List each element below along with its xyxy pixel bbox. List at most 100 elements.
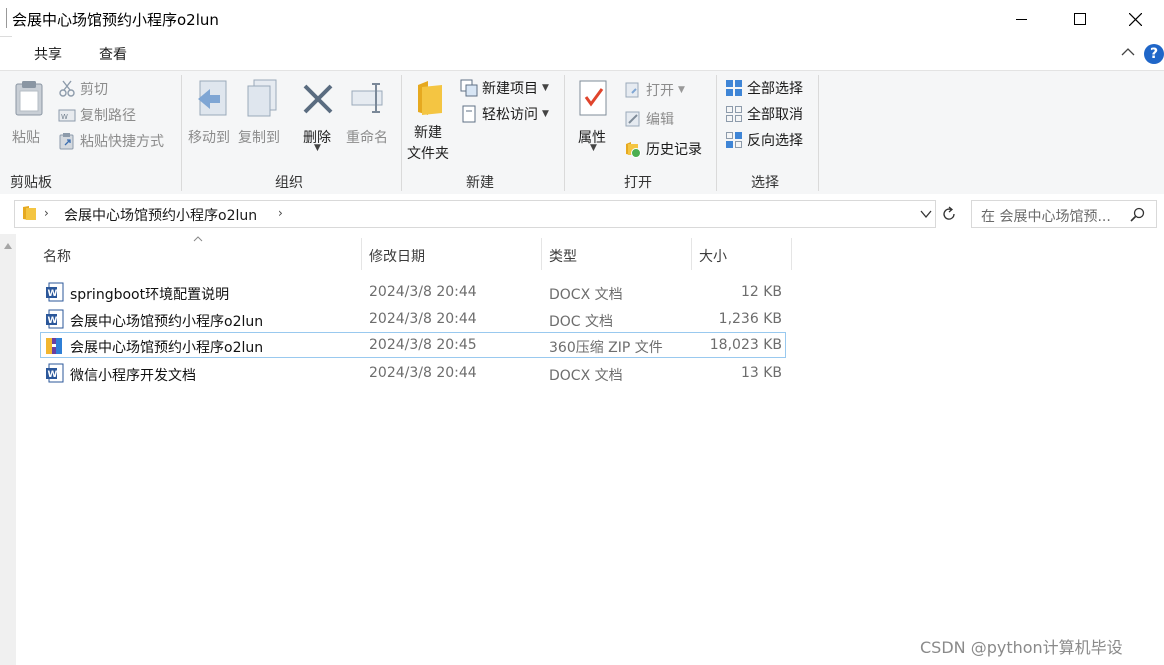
new-item-label: 新建项目	[482, 81, 538, 97]
open-dropdown-icon: ▼	[678, 85, 685, 95]
history-button[interactable]: 历史记录	[624, 139, 702, 159]
column-divider[interactable]	[791, 238, 792, 270]
new-item-button[interactable]: 新建项目 ▼	[460, 78, 549, 98]
open-group-label: 打开	[624, 175, 652, 191]
paste-shortcut-label: 粘贴快捷方式	[80, 134, 164, 150]
file-name: springboot环境配置说明	[70, 287, 230, 303]
minimize-icon	[1016, 19, 1027, 20]
maximize-button[interactable]	[1051, 0, 1109, 38]
group-divider	[401, 75, 402, 191]
file-size: 13 KB	[740, 365, 782, 381]
breadcrumb-chevron-icon[interactable]: ›	[44, 206, 49, 220]
file-type: 360压缩 ZIP 文件	[549, 340, 663, 356]
svg-text:W: W	[48, 289, 58, 299]
breadcrumb-chevron-icon[interactable]: ›	[278, 206, 283, 220]
delete-x-icon	[303, 84, 333, 114]
edit-pencil-icon	[625, 111, 640, 127]
title-divider	[6, 8, 7, 28]
column-divider[interactable]	[691, 238, 692, 270]
maximize-icon	[1074, 13, 1086, 25]
select-none-icon	[726, 106, 742, 122]
paste-shortcut-button[interactable]: 粘贴快捷方式	[58, 131, 164, 151]
new-item-icon	[460, 79, 478, 97]
file-type: DOCX 文档	[549, 368, 623, 384]
move-to-button[interactable]: 移动到	[186, 77, 236, 161]
delete-button[interactable]: 删除 ▼	[298, 77, 338, 161]
file-modified: 2024/3/8 20:44	[369, 365, 477, 381]
select-all-button[interactable]: 全部选择	[725, 78, 803, 98]
scroll-up-arrow-icon[interactable]	[3, 242, 13, 250]
new-group-label: 新建	[466, 175, 494, 191]
group-divider	[818, 75, 819, 191]
close-button[interactable]	[1106, 0, 1164, 38]
organize-group-label: 组织	[275, 175, 303, 191]
collapse-ribbon-button[interactable]	[1120, 44, 1136, 64]
chevron-down-icon[interactable]	[920, 208, 932, 220]
minimize-button[interactable]	[993, 0, 1051, 38]
refresh-icon[interactable]	[941, 206, 957, 222]
rename-label: 重命名	[346, 130, 388, 146]
word-doc-icon: W	[46, 363, 64, 383]
select-group-label: 选择	[751, 175, 779, 191]
help-icon[interactable]: ?	[1144, 44, 1164, 64]
column-header-name[interactable]: 名称	[43, 246, 71, 266]
easy-access-button[interactable]: 轻松访问 ▼	[460, 104, 549, 124]
easy-access-icon	[462, 105, 476, 123]
select-none-button[interactable]: 全部取消	[725, 104, 803, 124]
column-header-type[interactable]: 类型	[549, 246, 577, 266]
rename-button[interactable]: 重命名	[343, 77, 395, 161]
tab-share[interactable]: 共享	[34, 44, 62, 64]
group-divider	[181, 75, 182, 191]
delete-dropdown-icon[interactable]: ▼	[314, 143, 321, 153]
paste-shortcut-icon	[59, 133, 74, 150]
group-divider	[564, 75, 565, 191]
file-row-selected[interactable]: 会展中心场馆预约小程序o2lun 2024/3/8 20:45 360压缩 ZI…	[40, 332, 786, 358]
easy-access-dropdown-icon: ▼	[542, 109, 549, 119]
copy-to-label: 复制到	[238, 130, 280, 146]
new-folder-label-1: 新建	[414, 125, 442, 141]
paste-button[interactable]: 粘贴	[8, 77, 50, 161]
column-header-modified[interactable]: 修改日期	[369, 246, 425, 266]
open-button[interactable]: 打开 ▼	[624, 80, 685, 100]
copy-to-icon	[247, 79, 277, 117]
easy-access-label: 轻松访问	[482, 107, 538, 123]
ribbon: 粘贴 剪切 W 复制路径 粘贴快捷方式 剪贴板 移动到 复制到 删除 ▼ 重命名…	[0, 70, 1164, 196]
file-size: 18,023 KB	[709, 337, 782, 353]
copy-path-label: 复制路径	[80, 108, 136, 124]
svg-text:W: W	[48, 370, 58, 380]
close-icon	[1128, 12, 1142, 26]
column-header-size[interactable]: 大小	[699, 246, 727, 266]
column-divider[interactable]	[541, 238, 542, 270]
properties-button[interactable]: 属性 ▼	[572, 77, 616, 161]
breadcrumb-current-folder[interactable]: 会展中心场馆预约小程序o2lun	[64, 205, 257, 225]
file-row[interactable]: W 微信小程序开发文档 2024/3/8 20:44 DOCX 文档 13 KB	[40, 360, 786, 386]
file-row[interactable]: W 会展中心场馆预约小程序o2lun 2024/3/8 20:44 DOC 文档…	[40, 306, 786, 332]
move-to-label: 移动到	[188, 130, 230, 146]
group-divider	[716, 75, 717, 191]
file-row[interactable]: W springboot环境配置说明 2024/3/8 20:44 DOCX 文…	[40, 279, 786, 305]
new-item-dropdown-icon: ▼	[542, 83, 549, 93]
file-size: 1,236 KB	[718, 311, 782, 327]
copy-path-button[interactable]: W 复制路径	[58, 105, 136, 125]
copy-to-button[interactable]: 复制到	[236, 77, 286, 161]
select-all-label: 全部选择	[747, 81, 803, 97]
history-label: 历史记录	[646, 142, 702, 158]
svg-text:W: W	[61, 113, 68, 121]
cut-button[interactable]: 剪切	[58, 79, 108, 99]
search-icon[interactable]	[1130, 207, 1145, 222]
new-folder-button[interactable]: 新建 文件夹	[406, 77, 456, 167]
invert-selection-button[interactable]: 反向选择	[725, 130, 803, 150]
properties-dropdown-icon[interactable]: ▼	[590, 143, 597, 153]
title-bar: 会展中心场馆预约小程序o2lun	[0, 0, 1164, 38]
navigation-pane-scrollbar[interactable]	[0, 234, 16, 665]
zip-archive-icon	[46, 338, 62, 354]
column-divider[interactable]	[361, 238, 362, 270]
clipboard-group-label: 剪贴板	[10, 175, 52, 191]
clipboard-icon	[15, 81, 43, 116]
folder-icon	[23, 206, 36, 220]
select-all-icon	[726, 80, 742, 96]
new-folder-label-2: 文件夹	[407, 146, 449, 162]
tab-view[interactable]: 查看	[99, 44, 127, 64]
file-size: 12 KB	[740, 284, 782, 300]
edit-button[interactable]: 编辑	[624, 109, 674, 129]
